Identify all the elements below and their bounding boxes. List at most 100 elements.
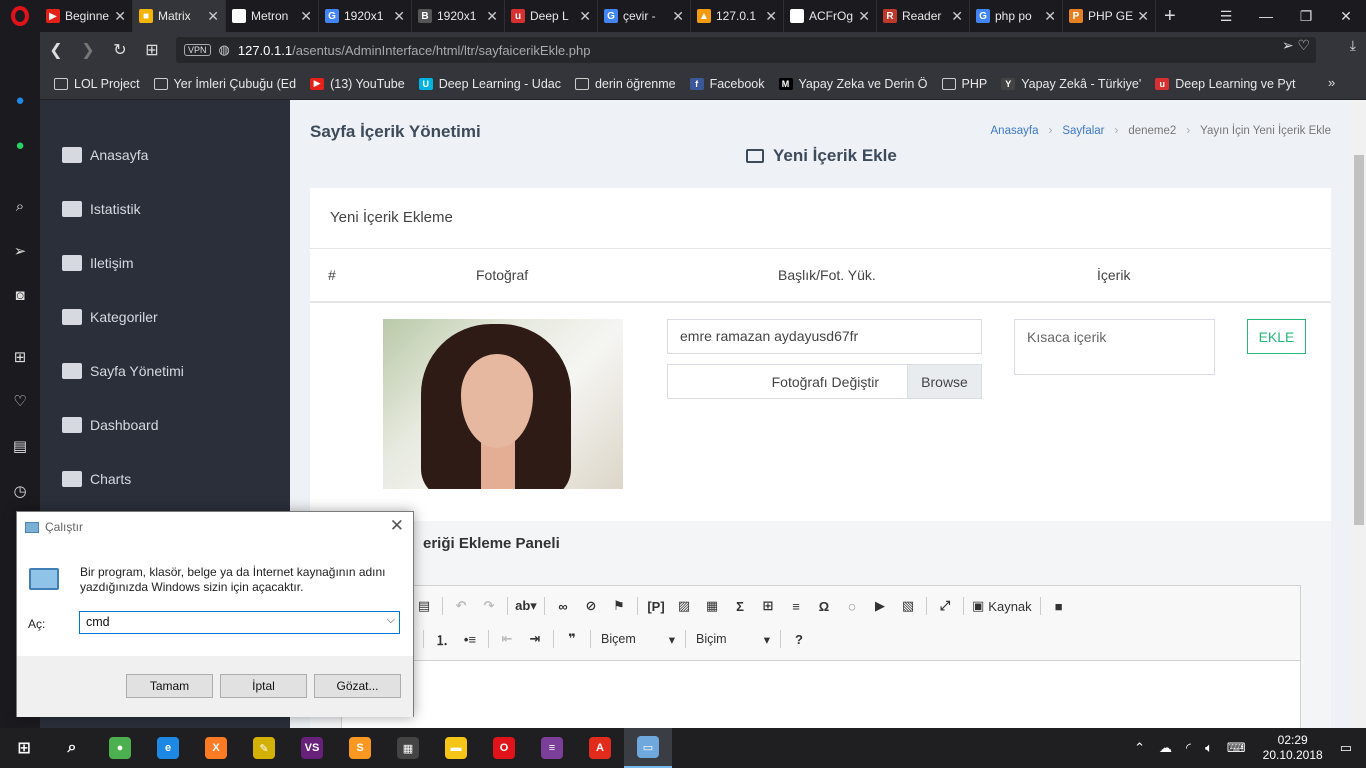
blockquote-icon[interactable]: ❞: [558, 629, 586, 649]
browser-tab[interactable]: G 1920x1 ✕: [319, 0, 412, 32]
bookmark-item[interactable]: Yer İmleri Çubuğu (Ed: [153, 77, 296, 91]
content-textarea[interactable]: Kısaca içerik: [1014, 319, 1215, 375]
format-dropdown[interactable]: Biçim ▾: [690, 628, 776, 650]
taskbar-app-tool[interactable]: ✎: [240, 728, 288, 768]
browse-button[interactable]: Gözat...: [314, 674, 401, 698]
bookmark-item[interactable]: LOL Project: [54, 77, 140, 91]
taskbar-app-sublime[interactable]: S: [336, 728, 384, 768]
tab-close-icon[interactable]: ✕: [300, 8, 312, 25]
taskbar-app-chrome[interactable]: ●: [96, 728, 144, 768]
tab-close-icon[interactable]: ✕: [672, 8, 684, 25]
undo-icon[interactable]: ↶: [447, 596, 475, 616]
network-icon[interactable]: ◜: [1186, 740, 1191, 756]
bookmark-item[interactable]: PHP: [941, 77, 987, 91]
search-button[interactable]: ⌕: [48, 728, 96, 768]
chevron-up-icon[interactable]: ⌃: [1134, 740, 1145, 756]
numbered-list-icon[interactable]: ⒈: [428, 629, 456, 649]
spellcheck-icon[interactable]: ab▾: [512, 596, 540, 616]
minimize-button[interactable]: —: [1246, 8, 1286, 24]
camera-icon[interactable]: ◙: [8, 283, 32, 307]
ime-icon[interactable]: ⌨︎: [1227, 740, 1246, 756]
browser-tab[interactable]: Gçevir - ✕: [598, 0, 691, 32]
maximize-icon[interactable]: ⤢: [931, 596, 959, 616]
ok-button[interactable]: Tamam: [126, 674, 213, 698]
onedrive-icon[interactable]: ☁: [1159, 740, 1172, 756]
sigma-icon[interactable]: Σ: [726, 596, 754, 616]
redo-icon[interactable]: ↷: [475, 596, 503, 616]
taskbar-app-opera[interactable]: O: [480, 728, 528, 768]
tab-close-icon[interactable]: ✕: [1044, 8, 1056, 25]
horizontal-rule-icon[interactable]: ≡: [782, 596, 810, 616]
download-icon[interactable]: ⤓: [1350, 37, 1356, 54]
send-icon[interactable]: ➢: [8, 239, 32, 263]
search-icon[interactable]: ⌕: [8, 194, 32, 218]
title-input[interactable]: emre ramazan aydayusd67fr: [667, 319, 982, 354]
add-button[interactable]: EKLE: [1247, 319, 1306, 354]
indent-icon[interactable]: ⇥: [521, 629, 549, 649]
messenger-icon[interactable]: ●: [8, 88, 32, 112]
close-icon[interactable]: ✕: [390, 516, 404, 536]
sidebar-item-iletisim[interactable]: Iletişim: [62, 251, 134, 275]
send-icon[interactable]: ➢: [1282, 37, 1294, 53]
sidebar-item-dashboard[interactable]: Dashboard: [62, 413, 159, 437]
tab-close-icon[interactable]: ✕: [1137, 8, 1149, 25]
tab-close-icon[interactable]: ✕: [114, 8, 126, 25]
bookmark-item[interactable]: derin öğrenme: [574, 77, 676, 91]
outdent-icon[interactable]: ⇤: [493, 629, 521, 649]
tab-close-icon[interactable]: ✕: [765, 8, 777, 25]
taskbar-app-edge[interactable]: e: [144, 728, 192, 768]
clock[interactable]: 02:29 20.10.2018: [1263, 733, 1323, 763]
breadcrumb-link-sayfalar[interactable]: Sayfalar: [1062, 125, 1104, 137]
image-gallery-icon[interactable]: ▧: [894, 596, 922, 616]
sidebar-item-charts[interactable]: Charts: [62, 467, 131, 491]
tab-close-icon[interactable]: ✕: [858, 8, 870, 25]
page-scrollbar[interactable]: [1351, 100, 1366, 728]
bookmark-item[interactable]: Y Yapay Zekâ - Türkiye': [1001, 77, 1141, 91]
omega-icon[interactable]: Ω: [810, 596, 838, 616]
help-icon[interactable]: ?: [785, 629, 813, 649]
reload-button[interactable]: ↻: [104, 40, 136, 60]
tab-menu-icon[interactable]: ☰: [1206, 8, 1246, 25]
browser-tab[interactable]: R Reader ✕: [877, 0, 970, 32]
iframe-icon[interactable]: ◌: [838, 596, 866, 616]
browser-tab[interactable]: Metron ✕: [226, 0, 319, 32]
anchor-flag-icon[interactable]: ⚑: [605, 596, 633, 616]
chevron-down-icon[interactable]: ⌵: [387, 614, 395, 627]
tab-close-icon[interactable]: ✕: [951, 8, 963, 25]
sidebar-item-kategoriler[interactable]: Kategoriler: [62, 305, 158, 329]
browser-tab[interactable]: ACFrOg ✕: [784, 0, 877, 32]
taskbar-app-run[interactable]: ▭: [624, 728, 672, 768]
tab-close-icon[interactable]: ✕: [393, 8, 405, 25]
news-icon[interactable]: ▤: [8, 434, 32, 458]
scrollbar-thumb[interactable]: [1354, 155, 1364, 525]
placeholder-icon[interactable]: [P]: [642, 596, 670, 616]
sidebar-item-istatistik[interactable]: Istatistik: [62, 197, 141, 221]
heart-icon[interactable]: ♡: [8, 389, 32, 413]
browser-tab[interactable]: u Deep L ✕: [505, 0, 598, 32]
flash-icon[interactable]: ▦: [698, 596, 726, 616]
bookmark-item[interactable]: f Facebook: [689, 77, 765, 91]
notifications-icon[interactable]: ▭: [1340, 740, 1352, 756]
paste-word-icon[interactable]: ▤: [410, 596, 438, 616]
bookmark-item[interactable]: u Deep Learning ve Pyt: [1155, 77, 1295, 91]
taskbar-app-explorer[interactable]: ▬: [432, 728, 480, 768]
new-tab-button[interactable]: +: [1164, 5, 1176, 28]
tab-close-icon[interactable]: ✕: [207, 8, 219, 25]
styles-dropdown[interactable]: Biçem ▾: [595, 628, 681, 650]
speed-dial-icon[interactable]: ⊞: [136, 40, 168, 60]
browser-tab[interactable]: ▲ 127.0.1 ✕: [691, 0, 784, 32]
taskbar-app-visual-studio[interactable]: VS: [288, 728, 336, 768]
bookmark-item[interactable]: M Yapay Zeka ve Derin Ö: [778, 77, 928, 91]
table-icon[interactable]: ⊞: [754, 596, 782, 616]
run-command-input[interactable]: cmd ⌵: [79, 611, 400, 634]
url-field[interactable]: VPN ◍ 127.0.1.1/asentus/AdminInterface/h…: [176, 37, 1316, 63]
bookmark-item[interactable]: U Deep Learning - Udac: [418, 77, 561, 91]
forward-button[interactable]: ❯: [72, 40, 104, 60]
taskbar-app-calculator[interactable]: ▦: [384, 728, 432, 768]
start-button[interactable]: ⊞: [0, 728, 48, 768]
heart-icon[interactable]: ♡: [1297, 37, 1310, 53]
show-blocks-icon[interactable]: ■: [1045, 596, 1073, 616]
restore-button[interactable]: ❐: [1286, 8, 1326, 25]
bookmark-item[interactable]: ▶ (13) YouTube: [310, 77, 405, 91]
bulleted-list-icon[interactable]: •≡: [456, 629, 484, 649]
